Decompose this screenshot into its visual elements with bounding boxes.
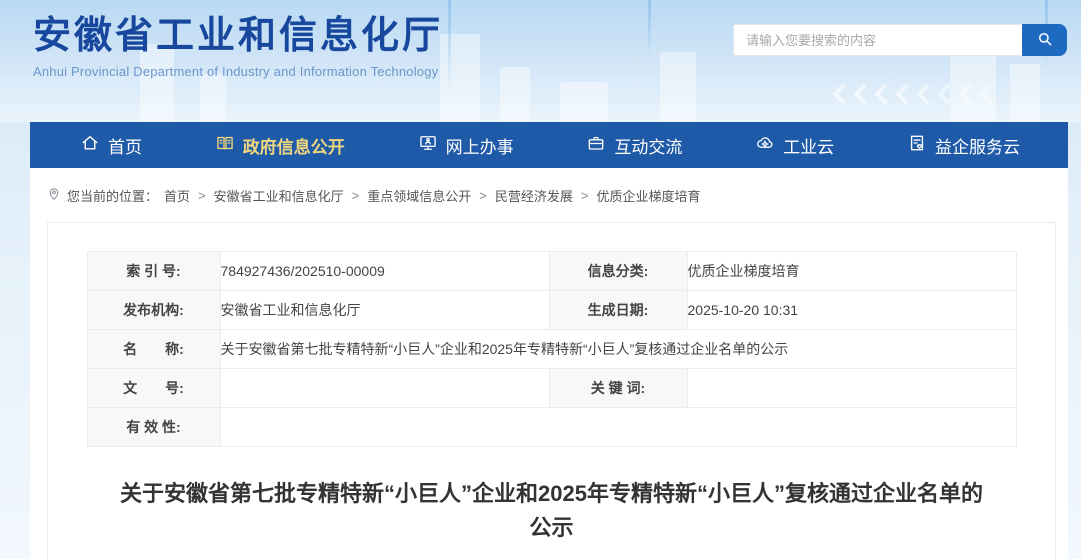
- document-panel: 索 引 号: 784927436/202510-00009 信息分类: 优质企业…: [47, 222, 1056, 559]
- nav-item-interaction[interactable]: 互动交流: [586, 133, 682, 158]
- info-category-value: 优质企业梯度培育: [687, 252, 1016, 291]
- breadcrumb-separator: >: [198, 188, 206, 203]
- issuing-agency-label: 发布机构:: [87, 291, 220, 330]
- nav-item-home[interactable]: 首页: [80, 133, 142, 158]
- nav-item-label: 工业云: [783, 133, 834, 158]
- nav-item-enterprise-service-cloud[interactable]: 益企服务云: [907, 133, 1020, 158]
- document-name-value: 关于安徽省第七批专精特新“小巨人”企业和2025年专精特新“小巨人”复核通过企业…: [220, 330, 1016, 369]
- document-info-table: 索 引 号: 784927436/202510-00009 信息分类: 优质企业…: [87, 251, 1017, 447]
- site-brand: 安徽省工业和信息化厅 Anhui Provincial Department o…: [33, 14, 443, 79]
- table-row: 发布机构: 安徽省工业和信息化厅 生成日期: 2025-10-20 10:31: [87, 291, 1016, 330]
- breadcrumb-item-private-economy[interactable]: 民营经济发展: [495, 186, 573, 205]
- main-nav: 首页 政府信息公开 网上办事 互动交流: [30, 122, 1068, 168]
- search-icon: [1036, 30, 1054, 51]
- index-number-value: 784927436/202510-00009: [220, 252, 549, 291]
- validity-label: 有 效 性:: [87, 408, 220, 447]
- site-subtitle-en: Anhui Provincial Department of Industry …: [33, 64, 443, 79]
- open-book-icon: [215, 133, 235, 158]
- document-name-label: 名 称:: [87, 330, 220, 369]
- breadcrumb-item-enterprise-cultivation[interactable]: 优质企业梯度培育: [596, 186, 700, 205]
- document-number-label: 文 号:: [87, 369, 220, 408]
- article-title: 关于安徽省第七批专精特新“小巨人”企业和2025年专精特新“小巨人”复核通过企业…: [120, 477, 983, 545]
- location-pin-icon: [47, 187, 61, 204]
- briefcase-icon: [586, 133, 606, 158]
- building-shape: [500, 67, 530, 122]
- light-beam: [648, 0, 651, 60]
- chevron-left-icon: [853, 84, 867, 104]
- table-row: 有 效 性:: [87, 408, 1016, 447]
- nav-item-label: 益企服务云: [935, 133, 1020, 158]
- breadcrumb-item-home[interactable]: 首页: [164, 186, 190, 205]
- building-shape: [1010, 64, 1040, 122]
- search-bar: [733, 24, 1067, 56]
- breadcrumb-item-key-info[interactable]: 重点领域信息公开: [367, 186, 471, 205]
- building-shape: [660, 52, 696, 122]
- search-button[interactable]: [1022, 24, 1067, 56]
- site-title: 安徽省工业和信息化厅: [33, 14, 443, 58]
- chevron-left-icon: [895, 84, 909, 104]
- home-icon: [80, 133, 100, 158]
- light-beam: [448, 0, 451, 90]
- chevron-left-icon: [874, 84, 888, 104]
- header-banner: 安徽省工业和信息化厅 Anhui Provincial Department o…: [0, 0, 1081, 122]
- nav-item-label: 政府信息公开: [243, 133, 345, 158]
- table-row: 文 号: 关 键 词:: [87, 369, 1016, 408]
- nav-item-label: 互动交流: [614, 133, 682, 158]
- issuing-agency-value: 安徽省工业和信息化厅: [220, 291, 549, 330]
- table-row: 索 引 号: 784927436/202510-00009 信息分类: 优质企业…: [87, 252, 1016, 291]
- nav-item-label: 网上办事: [446, 133, 514, 158]
- chevron-left-icon: [916, 84, 930, 104]
- breadcrumb-separator: >: [479, 188, 487, 203]
- monitor-icon: [418, 133, 438, 158]
- breadcrumb: 您当前的位置： 首页 > 安徽省工业和信息化厅 > 重点领域信息公开 > 民营经…: [47, 186, 1068, 205]
- chevron-left-icon: [979, 84, 993, 104]
- nav-item-gov-info[interactable]: 政府信息公开: [215, 133, 345, 158]
- info-category-label: 信息分类:: [549, 252, 687, 291]
- cloud-gear-icon: [755, 133, 775, 158]
- breadcrumb-item-dept[interactable]: 安徽省工业和信息化厅: [214, 186, 344, 205]
- generation-date-value: 2025-10-20 10:31: [687, 291, 1016, 330]
- main-content: 您当前的位置： 首页 > 安徽省工业和信息化厅 > 重点领域信息公开 > 民营经…: [30, 168, 1068, 559]
- breadcrumb-separator: >: [581, 188, 589, 203]
- breadcrumb-separator: >: [352, 188, 360, 203]
- nav-item-industrial-cloud[interactable]: 工业云: [755, 133, 834, 158]
- validity-value: [220, 408, 1016, 447]
- chevron-left-icon: [832, 84, 846, 104]
- building-shape: [200, 74, 226, 122]
- nav-item-label: 首页: [108, 133, 142, 158]
- building-shape: [440, 34, 480, 122]
- doc-heart-icon: [907, 133, 927, 158]
- document-number-value: [220, 369, 549, 408]
- building-shape: [560, 82, 608, 122]
- nav-item-online-services[interactable]: 网上办事: [418, 133, 514, 158]
- keywords-label: 关 键 词:: [549, 369, 687, 408]
- decorative-chevrons: [832, 84, 993, 104]
- chevron-left-icon: [937, 84, 951, 104]
- breadcrumb-prefix: 您当前的位置：: [67, 186, 158, 205]
- index-number-label: 索 引 号:: [87, 252, 220, 291]
- table-row: 名 称: 关于安徽省第七批专精特新“小巨人”企业和2025年专精特新“小巨人”复…: [87, 330, 1016, 369]
- generation-date-label: 生成日期:: [549, 291, 687, 330]
- keywords-value: [687, 369, 1016, 408]
- chevron-left-icon: [958, 84, 972, 104]
- search-input[interactable]: [733, 24, 1022, 56]
